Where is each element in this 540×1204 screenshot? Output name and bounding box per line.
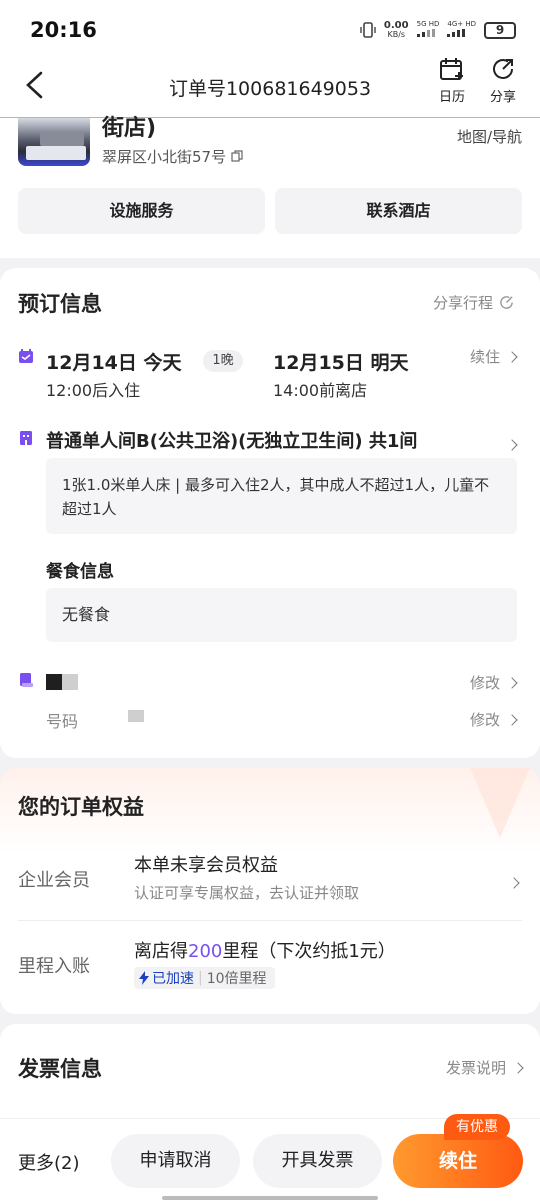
copy-icon[interactable] bbox=[231, 150, 243, 162]
chevron-right-icon bbox=[506, 350, 518, 363]
boost-multiplier: 10倍里程 bbox=[206, 971, 267, 987]
share-label: 分享 bbox=[489, 90, 516, 105]
edit-phone-label: 修改 bbox=[469, 711, 500, 729]
hotel-name: 街店) bbox=[102, 116, 157, 141]
mileage-text: 离店得200里程（下次约抵1元） bbox=[134, 937, 396, 963]
lightning-icon bbox=[139, 971, 149, 985]
benefits-decoration-icon bbox=[470, 768, 530, 838]
edit-guest-link[interactable]: 修改 bbox=[469, 672, 518, 693]
chevron-right-icon bbox=[506, 676, 518, 689]
checkin-time: 12:00后入住 bbox=[46, 381, 141, 400]
calendar-icon bbox=[440, 58, 463, 80]
issue-invoice-button[interactable]: 开具发票 bbox=[253, 1134, 382, 1188]
benefits-section-title: 您的订单权益 bbox=[18, 795, 144, 819]
invoice-section-title: 发票信息 bbox=[18, 1057, 102, 1081]
status-time: 20:16 bbox=[30, 18, 97, 42]
hotel-thumbnail[interactable] bbox=[18, 118, 90, 166]
signal-2-icon bbox=[447, 29, 466, 37]
checkin-date: 12月14日 今天 bbox=[46, 352, 182, 374]
signal-1: 5G HD bbox=[416, 20, 439, 40]
phone-masked bbox=[128, 710, 144, 722]
chevron-right-icon bbox=[512, 1061, 524, 1074]
mileage-suffix: 里程（下次约抵1元） bbox=[222, 941, 396, 962]
invoice-explain-link[interactable]: 发票说明 bbox=[445, 1057, 524, 1078]
map-navigation-link[interactable]: 地图/导航 bbox=[457, 126, 522, 147]
chevron-right-icon bbox=[506, 439, 518, 451]
home-indicator[interactable] bbox=[162, 1196, 378, 1200]
hotel-address-text: 翠屏区小北街57号 bbox=[102, 148, 227, 166]
chevron-right-icon bbox=[508, 877, 520, 889]
mileage-label: 里程入账 bbox=[18, 956, 90, 977]
room-name[interactable]: 普通单人间B(公共卫浴)(无独立卫生间) 共1间 bbox=[46, 427, 417, 453]
more-button[interactable]: 更多(2) bbox=[18, 1149, 80, 1175]
share-button[interactable]: 分享 bbox=[483, 56, 523, 105]
guest-icon bbox=[20, 673, 33, 687]
share-trip-icon bbox=[500, 296, 513, 309]
share-trip-link[interactable]: 分享行程 bbox=[433, 292, 514, 313]
net-speed: 0.00 KB/s bbox=[383, 20, 409, 40]
guest-name-masked-2 bbox=[62, 674, 78, 690]
status-icons: 0.00 KB/s 5G HD 4G+ HD 9 bbox=[360, 20, 516, 40]
boost-label: 已加速 bbox=[152, 971, 194, 987]
extend-stay-button[interactable]: 续住 bbox=[393, 1134, 523, 1188]
signal-1-icon bbox=[416, 29, 435, 37]
mileage-amount: 200 bbox=[188, 941, 223, 962]
chevron-right-icon bbox=[506, 713, 518, 726]
room-icon bbox=[20, 431, 32, 445]
room-description: 1张1.0米单人床 | 最多可入住2人，其中成人不超过1人，儿童不超过1人 bbox=[46, 458, 517, 534]
hotel-address[interactable]: 翠屏区小北街57号 bbox=[102, 146, 243, 167]
nights-badge: 1晚 bbox=[203, 350, 243, 372]
calendar-button[interactable]: 日历 bbox=[432, 56, 472, 105]
mileage-boost-badge: 已加速 | 10倍里程 bbox=[134, 967, 275, 989]
extend-stay-label: 续住 bbox=[469, 348, 500, 366]
facility-service-button[interactable]: 设施服务 bbox=[18, 188, 265, 234]
invoice-explain-label: 发票说明 bbox=[445, 1059, 506, 1077]
mileage-prefix: 离店得 bbox=[134, 941, 188, 962]
calendar-label: 日历 bbox=[438, 90, 465, 105]
member-benefit-hint: 认证可享专属权益，去认证并领取 bbox=[134, 884, 360, 902]
room-detail-arrow[interactable] bbox=[506, 434, 518, 453]
meal-value: 无餐食 bbox=[46, 588, 517, 642]
member-benefit-arrow[interactable] bbox=[508, 872, 520, 891]
booking-section-title: 预订信息 bbox=[18, 292, 102, 316]
phone-label: 号码 bbox=[46, 712, 79, 731]
cancel-request-button[interactable]: 申请取消 bbox=[111, 1134, 240, 1188]
meal-title: 餐食信息 bbox=[46, 562, 114, 582]
corporate-member-label: 企业会员 bbox=[18, 870, 90, 891]
checkout-date: 12月15日 明天 bbox=[273, 352, 409, 374]
vibrate-icon bbox=[360, 22, 376, 38]
battery-icon: 9 bbox=[484, 21, 516, 39]
share-trip-label: 分享行程 bbox=[432, 294, 493, 312]
member-benefit-status: 本单未享会员权益 bbox=[134, 855, 278, 876]
edit-guest-label: 修改 bbox=[469, 674, 500, 692]
divider bbox=[18, 920, 522, 921]
contact-hotel-button[interactable]: 联系酒店 bbox=[275, 188, 522, 234]
checkout-time: 14:00前离店 bbox=[273, 381, 368, 400]
calendar-date-icon bbox=[19, 349, 33, 363]
share-icon bbox=[493, 59, 513, 79]
extend-stay-link[interactable]: 续住 bbox=[469, 346, 518, 367]
promo-tag: 有优惠 bbox=[444, 1114, 510, 1140]
guest-name-masked bbox=[46, 674, 62, 690]
edit-phone-link[interactable]: 修改 bbox=[469, 709, 518, 730]
signal-2: 4G+ HD bbox=[447, 20, 476, 40]
